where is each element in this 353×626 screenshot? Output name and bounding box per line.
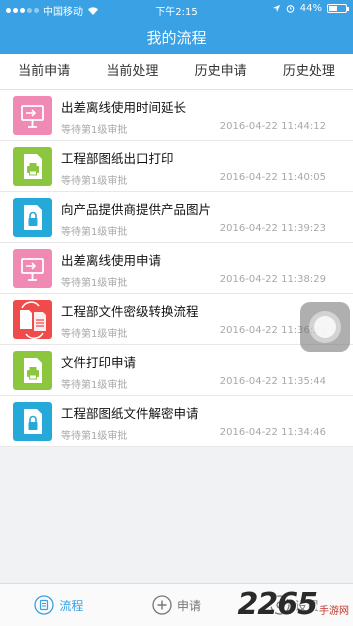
flow-icon xyxy=(34,595,54,615)
nav-flow[interactable]: 流程 xyxy=(0,584,118,626)
list-item[interactable]: 工程部图纸出口打印 等待第1级审批 2016-04-22 11:40:05 xyxy=(0,141,353,192)
tab-current-applications[interactable]: 当前申请 xyxy=(0,54,88,89)
assistive-touch-button[interactable] xyxy=(300,302,350,352)
list-item[interactable]: 文件打印申请 等待第1级审批 2016-04-22 11:35:44 xyxy=(0,345,353,396)
locked-document-icon xyxy=(13,198,52,237)
item-title: 向产品提供商提供产品图片 xyxy=(61,202,212,217)
status-right: 44% xyxy=(272,3,349,14)
list-item[interactable]: 向产品提供商提供产品图片 等待第1级审批 2016-04-22 11:39:23 xyxy=(0,192,353,243)
tab-history-applications[interactable]: 历史申请 xyxy=(177,54,265,89)
item-status: 等待第1级审批 xyxy=(61,176,128,187)
tab-current-processing[interactable]: 当前处理 xyxy=(88,54,176,89)
app-header: 中国移动 下午2:15 44% 我的流程 xyxy=(0,0,353,54)
item-title: 文件打印申请 xyxy=(61,355,137,370)
apply-icon xyxy=(152,595,172,615)
item-title: 工程部图纸文件解密申请 xyxy=(61,406,199,421)
print-document-icon xyxy=(13,147,52,186)
item-time: 2016-04-22 11:38:29 xyxy=(219,274,326,285)
item-title: 出差离线使用时间延长 xyxy=(61,100,187,115)
watermark-number: 2265 xyxy=(237,587,318,622)
nav-flow-label: 流程 xyxy=(59,598,84,613)
page-title: 我的流程 xyxy=(146,29,207,47)
monitor-icon xyxy=(13,249,52,288)
list-item[interactable]: 工程部图纸文件解密申请 等待第1级审批 2016-04-22 11:34:46 xyxy=(0,396,353,447)
item-title: 工程部图纸出口打印 xyxy=(61,151,174,166)
print-document-icon xyxy=(13,351,52,390)
item-time: 2016-04-22 11:35:44 xyxy=(219,376,326,387)
item-status: 等待第1级审批 xyxy=(61,329,128,340)
location-icon xyxy=(272,4,280,13)
item-title: 出差离线使用申请 xyxy=(61,253,162,268)
item-status: 等待第1级审批 xyxy=(61,278,128,289)
item-time: 2016-04-22 11:34:46 xyxy=(219,427,326,438)
item-time: 2016-04-22 11:40:05 xyxy=(219,172,326,183)
alarm-icon xyxy=(286,5,295,13)
nav-apply[interactable]: 申请 xyxy=(118,584,236,626)
list-item[interactable]: 出差离线使用时间延长 等待第1级审批 2016-04-22 11:44:12 xyxy=(0,90,353,141)
item-status: 等待第1级审批 xyxy=(61,380,128,391)
item-time: 2016-04-22 11:44:12 xyxy=(219,121,326,132)
watermark-logo: 2265 手游网 xyxy=(238,590,350,620)
nav-apply-label: 申请 xyxy=(177,598,202,613)
locked-document-icon xyxy=(13,402,52,441)
tab-bar: 当前申请 当前处理 历史申请 历史处理 xyxy=(0,54,353,90)
tab-history-processing[interactable]: 历史处理 xyxy=(265,54,353,89)
item-time: 2016-04-22 11:39:23 xyxy=(219,223,326,234)
battery-percent: 44% xyxy=(299,3,322,14)
battery-level xyxy=(329,6,337,11)
item-status: 等待第1级审批 xyxy=(61,431,128,442)
convert-documents-icon xyxy=(13,300,52,339)
item-status: 等待第1级审批 xyxy=(61,125,128,136)
status-bar: 中国移动 下午2:15 44% xyxy=(0,0,353,18)
battery-icon xyxy=(327,4,349,13)
process-list: 出差离线使用时间延长 等待第1级审批 2016-04-22 11:44:12 工… xyxy=(0,90,353,447)
watermark-site: 手游网 xyxy=(319,606,349,617)
item-title: 工程部文件密级转换流程 xyxy=(61,304,199,319)
item-status: 等待第1级审批 xyxy=(61,227,128,238)
monitor-icon xyxy=(13,96,52,135)
list-item[interactable]: 出差离线使用申请 等待第1级审批 2016-04-22 11:38:29 xyxy=(0,243,353,294)
